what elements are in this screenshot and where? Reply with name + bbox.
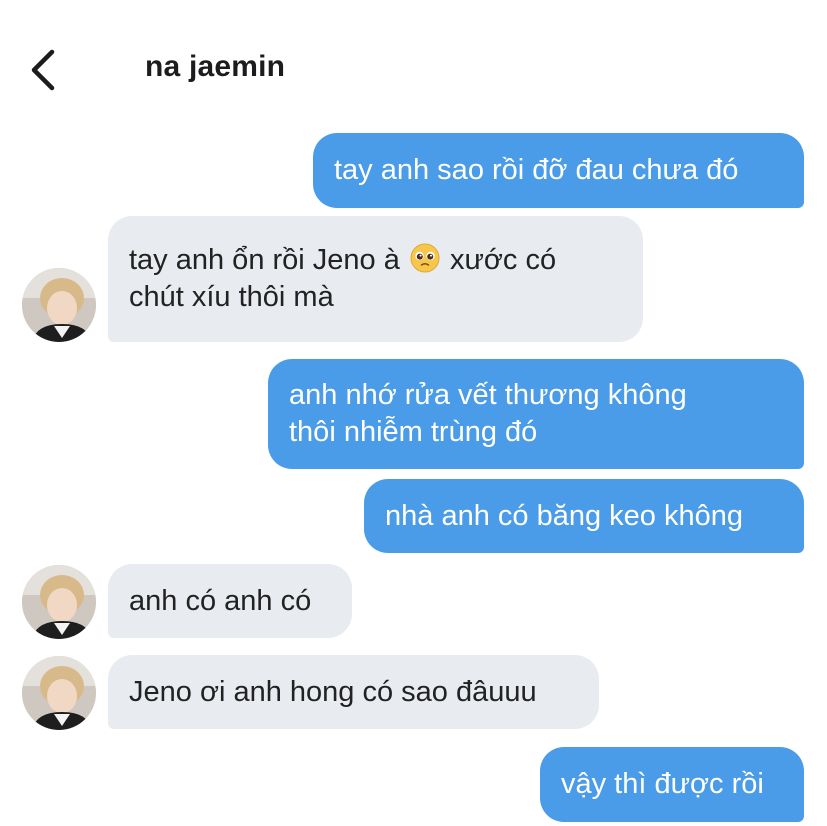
message-text: anh có anh có	[129, 584, 312, 617]
outgoing-message[interactable]: anh nhớ rửa vết thương không thôi nhiễm …	[268, 359, 804, 469]
chevron-left-icon	[31, 49, 55, 91]
message-text: thôi nhiễm trùng đó	[289, 416, 538, 448]
incoming-message[interactable]: tay anh ổn rồi Jeno à xước có chút xíu t…	[108, 216, 643, 342]
message-text: xước có	[449, 244, 557, 276]
incoming-message[interactable]: Jeno ơi anh hong có sao đâuuu	[108, 655, 599, 729]
incoming-message[interactable]: anh có anh có	[108, 564, 352, 638]
pleading-face-emoji	[410, 243, 440, 273]
message-text: tay anh ổn rồi Jeno à	[129, 244, 400, 276]
message-text: Jeno ơi anh hong có sao đâuuu	[129, 675, 537, 708]
contact-avatar[interactable]	[22, 268, 96, 342]
contact-avatar[interactable]	[22, 656, 96, 730]
message-text: vậy thì được rồi	[561, 768, 764, 800]
chat-header: na jaemin	[0, 0, 827, 120]
outgoing-message[interactable]: nhà anh có băng keo không	[364, 479, 804, 553]
message-text: anh nhớ rửa vết thương không	[289, 379, 687, 411]
outgoing-message[interactable]: tay anh sao rồi đỡ đau chưa đó	[313, 133, 804, 208]
contact-avatar[interactable]	[22, 565, 96, 639]
contact-name[interactable]: na jaemin	[145, 50, 285, 84]
message-text: nhà anh có băng keo không	[385, 499, 743, 532]
back-button[interactable]	[22, 44, 66, 96]
outgoing-message[interactable]: vậy thì được rồi	[540, 747, 804, 822]
message-text: chút xíu thôi mà	[129, 281, 334, 313]
message-text-line: tay anh ổn rồi Jeno à xước có	[129, 242, 622, 279]
message-text: tay anh sao rồi đỡ đau chưa đó	[334, 154, 739, 186]
